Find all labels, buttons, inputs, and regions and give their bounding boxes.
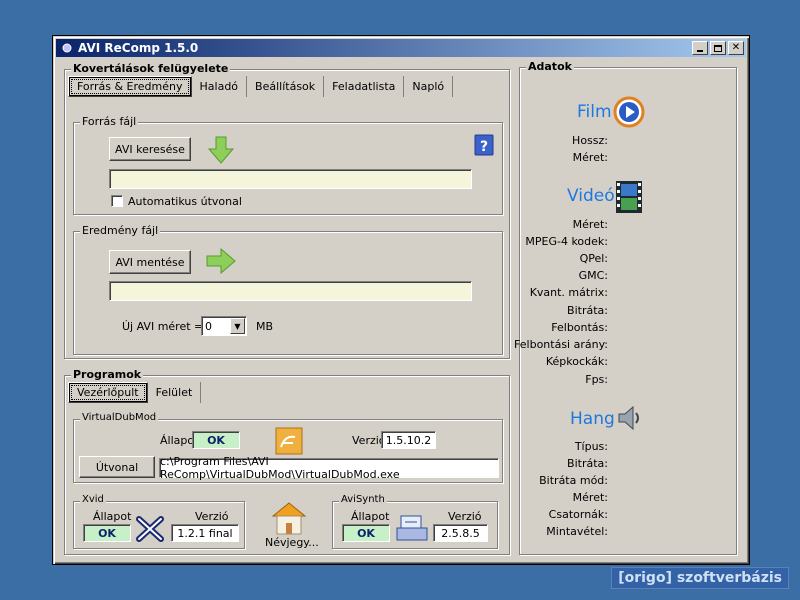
avisynth-title: AviSynth	[339, 494, 387, 505]
video-resolution-label: Felbontás:	[551, 321, 608, 334]
source-file-title: Forrás fájl	[80, 115, 139, 128]
tab-settings[interactable]: Beállítások	[247, 76, 325, 97]
xvid-icon	[136, 516, 164, 542]
vdm-version-value: 1.5.10.2	[381, 431, 436, 449]
audio-type-label: Típus:	[574, 440, 608, 453]
xvid-title: Xvid	[80, 494, 106, 505]
virtualdubmod-icon	[275, 427, 303, 455]
auto-path-label: Automatikus útvonal	[128, 195, 242, 208]
tab-interface[interactable]: Felület	[148, 382, 202, 403]
tab-control-panel[interactable]: Vezérlőpult	[68, 382, 148, 403]
save-avi-button[interactable]: AVI mentése	[109, 250, 191, 274]
avisynth-version-value: 2.5.8.5	[433, 524, 488, 542]
xvid-version-value: 1.2.1 final	[171, 524, 239, 542]
video-title: Videó	[567, 186, 615, 206]
tab-advanced[interactable]: Haladó	[192, 76, 248, 97]
watermark: [origo] szoftverbázis	[611, 567, 789, 589]
tab-source-result[interactable]: Forrás & Eredmény	[68, 76, 192, 97]
video-frames-label: Képkockák:	[545, 355, 608, 368]
video-qpel-label: QPel:	[579, 252, 608, 265]
new-size-select[interactable]: 0 ▼	[201, 316, 247, 336]
avisynth-status-label: Állapot	[351, 510, 390, 523]
minimize-button[interactable]	[692, 41, 708, 55]
video-size-label: Méret:	[572, 218, 608, 231]
vdm-status-value: OK	[192, 431, 240, 449]
app-icon	[60, 41, 74, 55]
film-strip-icon	[616, 181, 642, 213]
vdm-path-field[interactable]: c:\Program Files\AVI ReComp\VirtualDubMo…	[159, 455, 499, 481]
arrow-right-icon	[206, 247, 236, 275]
maximize-icon	[714, 44, 722, 52]
video-matrix-label: Kvant. mátrix:	[529, 286, 608, 299]
arrow-down-icon	[207, 136, 235, 164]
conversion-group-title: Kovertálások felügyelete	[71, 62, 231, 75]
audio-channels-label: Csatornák:	[548, 508, 608, 521]
svg-text:?: ?	[480, 139, 488, 155]
browse-avi-button[interactable]: AVI keresése	[109, 137, 191, 161]
video-bitrate-label: Bitráta:	[567, 304, 608, 317]
new-size-value: 0	[205, 319, 212, 333]
minimize-icon	[697, 50, 703, 52]
conversion-tabs: Forrás & Eredmény Haladó Beállítások Fel…	[68, 76, 454, 97]
speaker-icon	[618, 405, 639, 431]
audio-bitrate-label: Bitráta:	[567, 457, 608, 470]
close-icon: ✕	[731, 42, 741, 53]
tab-tasklist[interactable]: Feladatlista	[324, 76, 405, 97]
title-bar[interactable]: AVI ReComp 1.5.0 ✕	[56, 39, 746, 57]
size-unit-label: MB	[256, 320, 274, 333]
app-window: AVI ReComp 1.5.0 ✕ Kovertálások felügyel…	[52, 35, 750, 565]
vdm-path-button[interactable]: Útvonal	[79, 456, 155, 478]
avisynth-version-label: Verzió	[448, 510, 482, 523]
film-length-label: Hossz:	[572, 134, 608, 147]
about-link[interactable]: Névjegy...	[265, 536, 319, 549]
xvid-status-label: Állapot	[93, 510, 132, 523]
video-gmc-label: GMC:	[578, 269, 608, 282]
auto-path-checkbox[interactable]	[111, 195, 123, 207]
xvid-version-label: Verzió	[195, 510, 229, 523]
video-fps-label: Fps:	[585, 373, 608, 386]
video-codec-label: MPEG-4 kodek:	[525, 235, 608, 248]
output-file-title: Eredmény fájl	[80, 224, 161, 237]
chevron-down-icon[interactable]: ▼	[230, 318, 245, 334]
programs-tabs: Vezérlőpult Felület	[68, 382, 202, 403]
audio-size-label: Méret:	[572, 491, 608, 504]
close-button[interactable]: ✕	[728, 41, 744, 55]
maximize-button[interactable]	[710, 41, 726, 55]
output-path-input[interactable]	[109, 281, 472, 301]
programs-group-title: Programok	[71, 368, 144, 381]
window-title: AVI ReComp 1.5.0	[78, 41, 199, 55]
audio-bitrate-mode-label: Bitráta mód:	[539, 474, 608, 487]
film-title: Film	[577, 102, 612, 122]
audio-title: Hang	[570, 409, 615, 429]
data-group-title: Adatok	[526, 60, 574, 73]
avisynth-status-value: OK	[342, 524, 390, 542]
home-icon[interactable]	[269, 500, 309, 536]
avisynth-icon	[396, 515, 428, 541]
source-path-input[interactable]	[109, 169, 472, 189]
help-icon[interactable]: ?	[474, 134, 494, 156]
film-size-label: Méret:	[572, 151, 608, 164]
new-size-label: Új AVI méret =	[122, 320, 204, 333]
video-aspect-label: Felbontási arány:	[514, 338, 608, 351]
tab-log[interactable]: Napló	[404, 76, 454, 97]
virtualdubmod-title: VirtualDubMod	[80, 412, 159, 423]
audio-samplerate-label: Mintavétel:	[546, 525, 608, 538]
play-icon	[613, 96, 645, 128]
xvid-status-value: OK	[83, 524, 131, 542]
